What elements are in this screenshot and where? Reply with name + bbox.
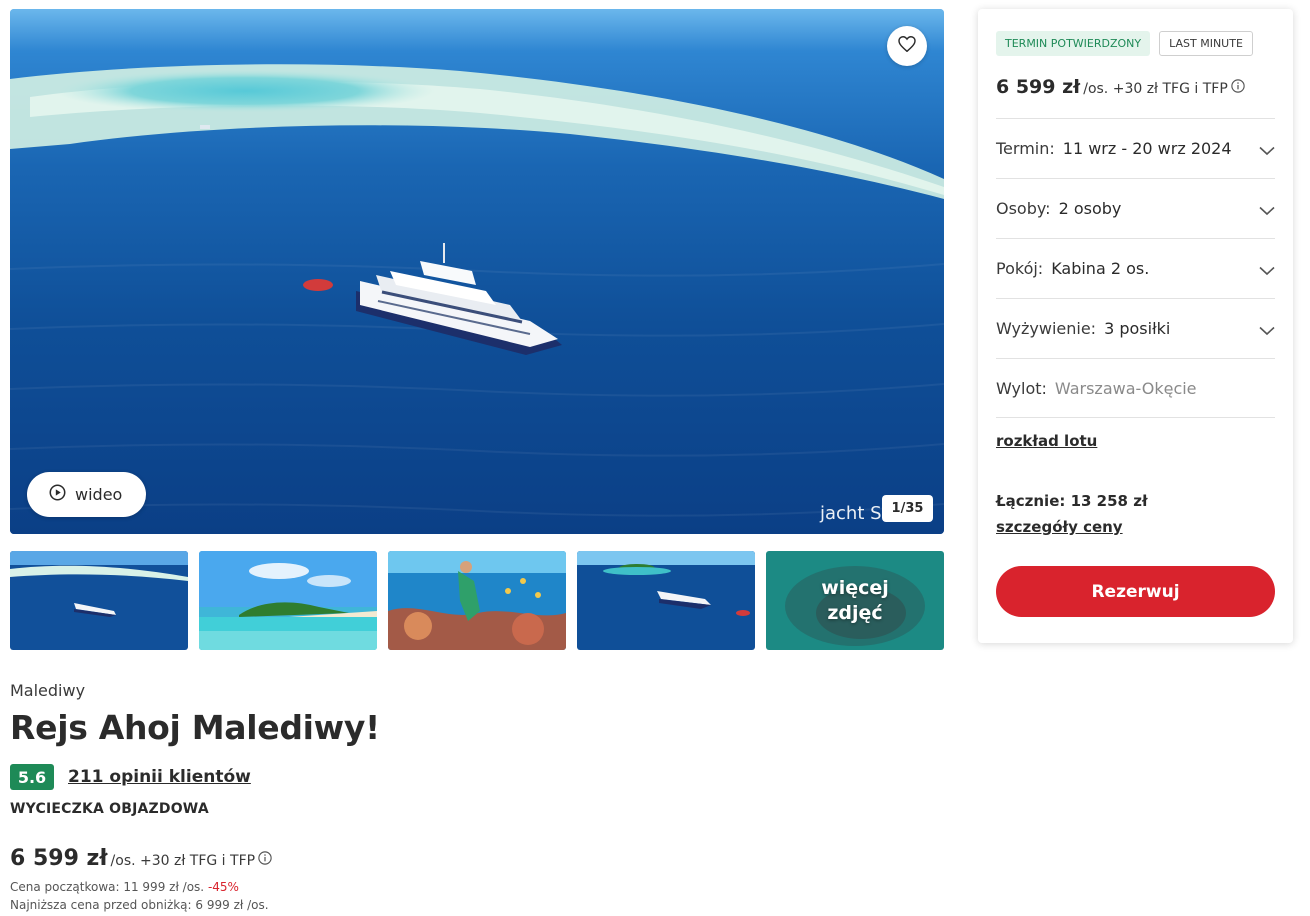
video-button[interactable]: wideo: [27, 472, 146, 517]
discount-label: -45%: [207, 880, 239, 894]
thumbnail-strip: więcej zdjęć: [10, 551, 944, 650]
photo-counter: 1/35: [882, 495, 933, 522]
favorite-button[interactable]: [887, 26, 927, 66]
price-details-link[interactable]: szczegóły ceny: [996, 518, 1123, 536]
price-suffix: /os. +30 zł TFG i TFP: [110, 853, 256, 869]
play-circle-icon: [49, 484, 66, 505]
chevron-down-icon: [1259, 321, 1275, 340]
trip-type-label: WYCIECZKA OBJAZDOWA: [10, 801, 209, 817]
page-title: Rejs Ahoj Malediwy!: [10, 708, 380, 747]
info-icon[interactable]: [258, 850, 272, 869]
chevron-down-icon: [1259, 141, 1275, 160]
thumbnail-tropical-island[interactable]: [199, 551, 377, 650]
booking-card: TERMIN POTWIERDZONY LAST MINUTE 6 599 zł…: [978, 9, 1293, 643]
booking-price-value: 6 599 zł: [996, 76, 1081, 98]
thumbnail-snorkeling-reef[interactable]: [388, 551, 566, 650]
original-price-note: Cena początkowa: 11 999 zł /os. -45%: [10, 880, 239, 894]
price-value: 6 599 zł: [10, 846, 108, 871]
option-room[interactable]: Pokój: Kabina 2 os.: [996, 238, 1275, 298]
last-minute-badge: LAST MINUTE: [1159, 31, 1253, 56]
reserve-button[interactable]: Rezerwuj: [996, 566, 1275, 617]
badges: TERMIN POTWIERDZONY LAST MINUTE: [996, 31, 1253, 56]
more-photos-label: więcej zdjęć: [821, 576, 889, 624]
heart-icon: [898, 35, 916, 56]
lowest-price-note: Najniższa cena przed obniżką: 6 999 zł /…: [10, 898, 269, 912]
chevron-down-icon: [1259, 201, 1275, 220]
thumbnail-more-photos[interactable]: więcej zdjęć: [766, 551, 944, 650]
chevron-down-icon: [1259, 261, 1275, 280]
booking-price: 6 599 zł /os. +30 zł TFG i TFP: [996, 76, 1245, 98]
confirmed-badge: TERMIN POTWIERDZONY: [996, 31, 1151, 56]
main-photo[interactable]: wideo jacht Sh 1/35: [10, 9, 944, 534]
option-term[interactable]: Termin: 11 wrz - 20 wrz 2024: [996, 118, 1275, 178]
option-departure: Wylot: Warszawa-Okęcie: [996, 358, 1275, 418]
booking-price-suffix: /os. +30 zł TFG i TFP: [1083, 81, 1228, 97]
reviews-link[interactable]: 211 opinii klientów: [68, 767, 251, 787]
flight-schedule-link[interactable]: rozkład lotu: [996, 432, 1097, 450]
rating-row: 5.6 211 opinii klientów: [10, 764, 251, 790]
option-board[interactable]: Wyżywienie: 3 posiłki: [996, 298, 1275, 358]
thumbnail-yacht-near-island[interactable]: [577, 551, 755, 650]
option-persons[interactable]: Osoby: 2 osoby: [996, 178, 1275, 238]
total-price: Łącznie: 13 258 zł: [996, 492, 1148, 510]
listing-price: 6 599 zł /os. +30 zł TFG i TFP: [10, 846, 272, 871]
country-label: Malediwy: [10, 681, 86, 700]
rating-badge: 5.6: [10, 764, 54, 790]
info-icon[interactable]: [1231, 78, 1245, 97]
video-label: wideo: [75, 485, 123, 504]
thumbnail-yacht-aerial[interactable]: [10, 551, 188, 650]
divider: [996, 417, 1275, 418]
yacht-aerial-photo: [10, 9, 944, 534]
